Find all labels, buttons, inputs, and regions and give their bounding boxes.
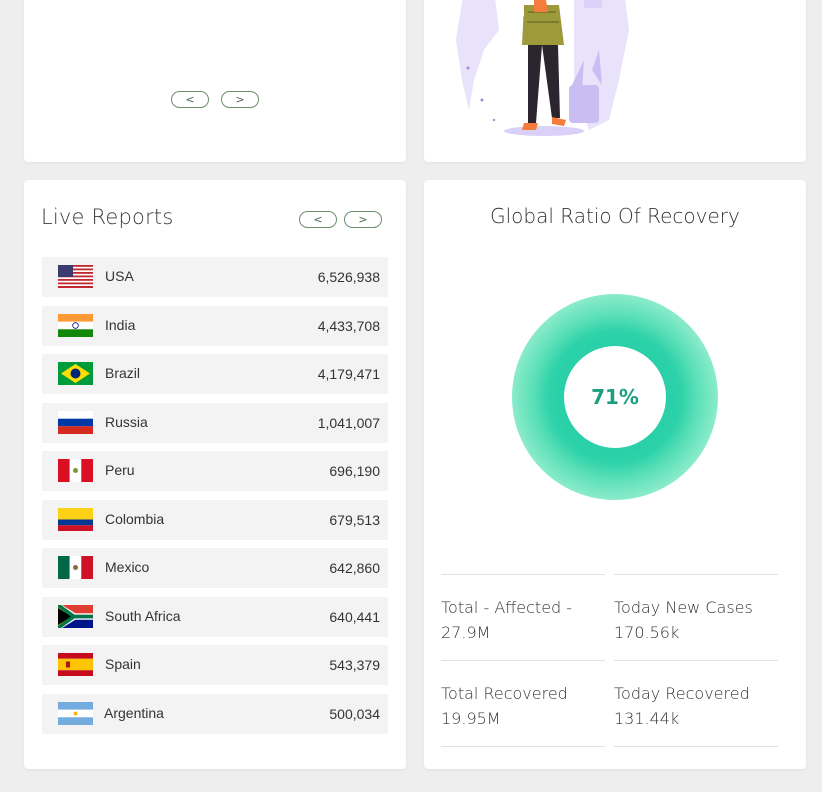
south-africa-flag-icon	[58, 605, 93, 628]
country-name: Argentina	[104, 705, 164, 721]
case-count: 6,526,938	[317, 269, 380, 285]
recovery-ratio-card: Global Ratio Of Recovery 71% Total - Aff…	[424, 180, 806, 769]
stat-label: Total - Affected -	[441, 598, 573, 617]
case-count: 640,441	[329, 609, 380, 625]
report-row-usa[interactable]: USA 6,526,938	[42, 257, 388, 297]
stat-value: 170.56k	[614, 623, 680, 642]
stat-label: Today New Cases	[614, 598, 753, 617]
case-count: 4,433,708	[317, 318, 380, 334]
recovery-ratio-title: Global Ratio Of Recovery	[490, 204, 740, 228]
country-name: Mexico	[105, 559, 150, 575]
report-row-peru[interactable]: Peru 696,190	[42, 451, 388, 491]
report-row-colombia[interactable]: Colombia 679,513	[42, 500, 388, 540]
carousel-next-button[interactable]: >	[221, 91, 259, 108]
top-left-card: < >	[24, 0, 406, 162]
report-row-south-africa[interactable]: South Africa 640,441	[42, 597, 388, 637]
country-name: USA	[105, 268, 134, 284]
colombia-flag-icon	[58, 508, 93, 531]
russia-flag-icon	[58, 411, 93, 434]
stat-label: Today Recovered	[614, 684, 750, 703]
stat-total-affected: Total - Affected - 27.9M	[441, 574, 605, 661]
case-count: 679,513	[329, 512, 380, 528]
case-count: 543,379	[329, 657, 380, 673]
country-name: Brazil	[105, 365, 141, 381]
live-reports-title: Live Reports	[41, 205, 174, 229]
brazil-flag-icon	[58, 362, 93, 385]
carousel-prev-button[interactable]: <	[171, 91, 209, 108]
peru-flag-icon	[58, 459, 93, 482]
stat-value: 27.9M	[441, 623, 491, 642]
recovery-percent-label: 71%	[591, 385, 639, 409]
stat-value: 19.95M	[441, 709, 501, 728]
country-name: Colombia	[105, 511, 165, 527]
donut-center: 71%	[564, 346, 666, 448]
us-flag-icon	[58, 265, 93, 288]
report-row-argentina[interactable]: Argentina 500,034	[42, 694, 388, 734]
case-count: 696,190	[329, 463, 380, 479]
stat-today-new-cases: Today New Cases 170.56k	[614, 574, 778, 661]
stat-total-recovered: Total Recovered 19.95M	[441, 660, 605, 747]
case-count: 642,860	[329, 560, 380, 576]
stat-today-recovered: Today Recovered 131.44k	[614, 660, 778, 747]
report-row-mexico[interactable]: Mexico 642,860	[42, 548, 388, 588]
top-right-card	[424, 0, 806, 162]
stat-value: 131.44k	[614, 709, 680, 728]
person-illustration	[456, 0, 629, 136]
country-name: Peru	[105, 462, 135, 478]
india-flag-icon	[58, 314, 93, 337]
case-count: 4,179,471	[317, 366, 380, 382]
report-row-india[interactable]: India 4,433,708	[42, 306, 388, 346]
stat-label: Total Recovered	[441, 684, 568, 703]
case-count: 1,041,007	[317, 415, 380, 431]
report-row-russia[interactable]: Russia 1,041,007	[42, 403, 388, 443]
country-name: Russia	[105, 414, 148, 430]
stat-divider	[441, 746, 605, 747]
live-reports-card: Live Reports < > USA 6,526,938 India 4,4…	[24, 180, 406, 769]
country-name: Spain	[105, 656, 141, 672]
case-count: 500,034	[329, 706, 380, 722]
mexico-flag-icon	[58, 556, 93, 579]
reports-next-button[interactable]: >	[344, 211, 382, 228]
country-name: South Africa	[105, 608, 181, 624]
report-row-brazil[interactable]: Brazil 4,179,471	[42, 354, 388, 394]
reports-prev-button[interactable]: <	[299, 211, 337, 228]
spain-flag-icon	[58, 653, 93, 676]
recovery-donut-chart: 71%	[512, 294, 718, 500]
country-name: India	[105, 317, 136, 333]
stat-divider	[614, 746, 778, 747]
report-row-spain[interactable]: Spain 543,379	[42, 645, 388, 685]
argentina-flag-icon	[58, 702, 93, 725]
